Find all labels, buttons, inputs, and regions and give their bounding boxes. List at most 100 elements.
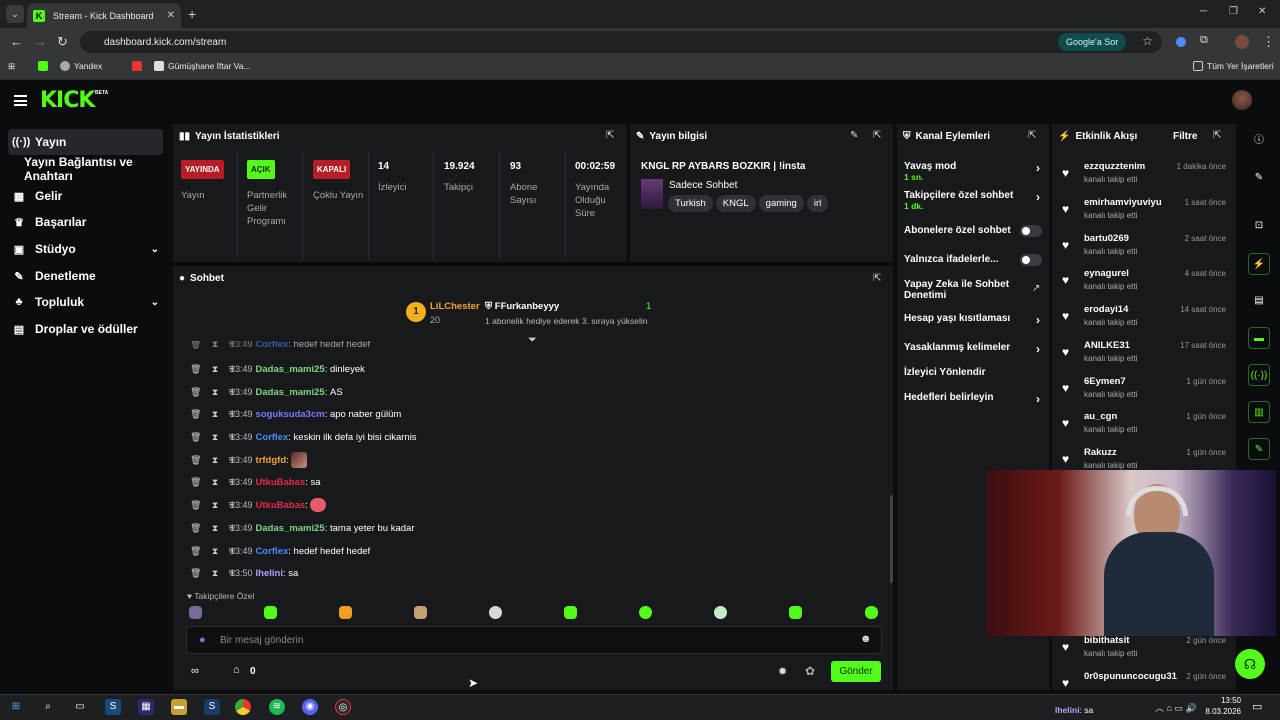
sidebar-item-stream-key[interactable]: Yayın Bağlantısı ve Anahtarı bbox=[8, 155, 173, 183]
mod-icons[interactable]: 🗑 ⧗ ⛨ bbox=[190, 387, 235, 398]
emote[interactable] bbox=[339, 606, 352, 619]
sidebar-item-basarilar[interactable]: ♛ Başarılar bbox=[8, 209, 163, 235]
emote[interactable] bbox=[639, 606, 652, 619]
info-icon[interactable]: ⓘ bbox=[1248, 130, 1270, 152]
action-followers-only[interactable]: Takipçilere özel sohbet 1 dk. › bbox=[904, 190, 1044, 212]
discord-icon[interactable]: ◉ bbox=[302, 699, 318, 715]
user-avatar[interactable] bbox=[1232, 90, 1252, 110]
google-ask-button[interactable]: Google'a Sor bbox=[1058, 33, 1127, 51]
broadcast-icon[interactable]: ((·)) bbox=[1248, 364, 1270, 386]
kick-logo[interactable]: KICK bbox=[40, 88, 95, 113]
sidebar-item-yayin[interactable]: ((·)) Yayın bbox=[8, 129, 163, 155]
popout-icon[interactable]: ⇱ bbox=[606, 130, 614, 141]
bookmark-yandex[interactable]: Yandex bbox=[60, 61, 102, 71]
emote[interactable] bbox=[564, 606, 577, 619]
mod-icons[interactable]: 🗑 ⧗ ⛨ bbox=[190, 523, 235, 534]
mod-icons[interactable]: 🗑 ⧗ ⛨ bbox=[190, 432, 235, 443]
popout-icon[interactable]: ⇱ bbox=[873, 130, 881, 141]
obs-icon[interactable]: ◎ bbox=[335, 699, 351, 715]
action-slow-mode[interactable]: Yavaş mod 1 sn. › bbox=[904, 161, 1044, 183]
sidebar-item-topluluk[interactable]: ♣ Topluluk ⌄ bbox=[8, 289, 163, 315]
lightning-icon[interactable]: ⚡ bbox=[1248, 253, 1270, 275]
infinity-icon[interactable]: ∞ bbox=[191, 665, 199, 677]
mod-icons[interactable]: 🗑 ⧗ ⛨ bbox=[190, 546, 235, 557]
emote[interactable] bbox=[489, 606, 502, 619]
tab-close-icon[interactable]: ✕ bbox=[167, 10, 175, 21]
filter-button[interactable]: Filtre bbox=[1173, 131, 1197, 142]
action-emotes-only[interactable]: Yalnızca ifadelerle... bbox=[904, 254, 1044, 266]
chrome-icon[interactable] bbox=[235, 699, 251, 715]
leader-name[interactable]: LiLChester bbox=[430, 301, 480, 312]
chat-scrollbar[interactable] bbox=[890, 495, 893, 583]
popout-icon[interactable]: ⇱ bbox=[1028, 130, 1036, 141]
sidebar-item-droplar[interactable]: ▤ Droplar ve ödüller bbox=[8, 316, 163, 342]
tray-icons[interactable]: ︿ ⌂ ▭ 🔊 bbox=[1155, 701, 1197, 714]
back-icon[interactable]: ← bbox=[10, 34, 23, 49]
emote[interactable] bbox=[714, 606, 727, 619]
emote[interactable] bbox=[789, 606, 802, 619]
action-subscribers-only[interactable]: Abonelere özel sohbet bbox=[904, 225, 1044, 237]
mod-icons[interactable]: 🗑 ⧗ ⛨ bbox=[190, 477, 235, 488]
emote[interactable] bbox=[264, 606, 277, 619]
action-account-age[interactable]: Hesap yaşı kısıtlaması › bbox=[904, 313, 1044, 326]
popout-icon[interactable]: ⇱ bbox=[1213, 130, 1221, 141]
task-view-icon[interactable]: ▭ bbox=[72, 699, 88, 715]
wrench-icon[interactable]: ✎ bbox=[1248, 438, 1270, 460]
mod-icons[interactable]: 🗑 ⧗ ⛨ bbox=[190, 364, 235, 375]
minimize-icon[interactable]: ─ bbox=[1200, 6, 1207, 17]
mod-icons[interactable]: 🗑 ⧗ ⛨ bbox=[190, 409, 235, 420]
mod-icons[interactable]: 🗑 ⧗ ⛨ bbox=[190, 568, 235, 579]
tab-search-icon[interactable]: ⌄ bbox=[6, 5, 24, 23]
bookmark-gumushane[interactable]: Gümüşhane İftar Va... bbox=[154, 61, 251, 71]
browser-tab[interactable]: K Stream - Kick Dashboard ✕ bbox=[27, 3, 181, 28]
store-icon[interactable]: ⌂ bbox=[233, 664, 240, 676]
file-explorer-icon[interactable]: ▬ bbox=[171, 699, 187, 715]
edit-pencil-icon[interactable]: ✎ bbox=[850, 130, 858, 141]
spotify-icon[interactable]: ≋ bbox=[269, 699, 285, 715]
mod-icons[interactable]: 🗑 ⧗ ⛨ bbox=[190, 500, 235, 511]
sidebar-item-denetleme[interactable]: ✎ Denetleme bbox=[8, 263, 163, 289]
close-window-icon[interactable]: ✕ bbox=[1258, 6, 1266, 17]
send-button[interactable]: Gönder bbox=[831, 661, 881, 682]
hamburger-menu-icon[interactable] bbox=[14, 95, 27, 106]
extensions-puzzle-icon[interactable]: ⧉ bbox=[1200, 34, 1208, 47]
apps-grid-icon[interactable]: ⊞ bbox=[8, 61, 15, 72]
microphone-icon[interactable]: ● bbox=[199, 634, 206, 646]
support-headset-icon[interactable]: ☊ bbox=[1235, 649, 1265, 679]
notification-icon[interactable]: ▭ bbox=[1252, 700, 1262, 713]
bookmark-kick[interactable] bbox=[38, 61, 48, 71]
emote[interactable] bbox=[189, 606, 202, 619]
emote[interactable] bbox=[414, 606, 427, 619]
bookmark-star-icon[interactable]: ☆ bbox=[1142, 34, 1153, 48]
reload-icon[interactable]: ↻ bbox=[57, 34, 68, 50]
mod-icons[interactable]: 🗑 ⧗ ⛨ bbox=[190, 455, 235, 466]
toggle-switch[interactable] bbox=[1020, 225, 1042, 237]
store-icon[interactable]: ▦ bbox=[138, 699, 154, 715]
extension-icon[interactable] bbox=[1176, 37, 1186, 47]
popout-icon[interactable]: ⇱ bbox=[873, 273, 881, 284]
chat-icon[interactable]: ▬ bbox=[1248, 327, 1270, 349]
profile-avatar[interactable] bbox=[1235, 35, 1249, 49]
sidebar-item-studyo[interactable]: ▣ Stüdyo ⌄ bbox=[8, 236, 163, 262]
bookmark-youtube[interactable] bbox=[132, 61, 142, 71]
action-ai-moderation[interactable]: Yapay Zeka ile Sohbet Denetimi bbox=[904, 279, 1014, 301]
edit-icon[interactable]: ✎ bbox=[1248, 167, 1270, 189]
new-tab-icon[interactable]: + bbox=[188, 6, 196, 22]
action-raid[interactable]: İzleyici Yönlendir bbox=[904, 367, 1044, 378]
document-icon[interactable]: ▤ bbox=[1248, 290, 1270, 312]
url-bar[interactable]: dashboard.kick.com/stream bbox=[80, 31, 1162, 53]
menu-dots-icon[interactable]: ⋮ bbox=[1262, 34, 1275, 50]
toggle-switch[interactable] bbox=[1020, 254, 1042, 266]
layout-icon[interactable]: ▥ bbox=[1248, 401, 1270, 423]
settings-gear-icon[interactable]: ✹ bbox=[778, 665, 787, 678]
all-bookmarks[interactable]: Tüm Yer İşaretleri bbox=[1193, 61, 1274, 71]
mod-settings-icon[interactable]: ✿ bbox=[805, 664, 815, 678]
action-banned-words[interactable]: Yasaklanmış kelimeler › bbox=[904, 342, 1044, 355]
emote[interactable] bbox=[865, 606, 878, 619]
forward-icon[interactable]: → bbox=[34, 34, 47, 49]
capture-icon[interactable]: ⊡ bbox=[1248, 215, 1270, 237]
mod-icons[interactable]: 🗑 ⧗ ⛨ bbox=[190, 341, 235, 350]
search-icon[interactable]: ⌕ bbox=[40, 699, 56, 715]
windows-start-icon[interactable]: ⊞ bbox=[8, 699, 24, 715]
external-link-icon[interactable]: ↗ bbox=[1032, 283, 1040, 294]
